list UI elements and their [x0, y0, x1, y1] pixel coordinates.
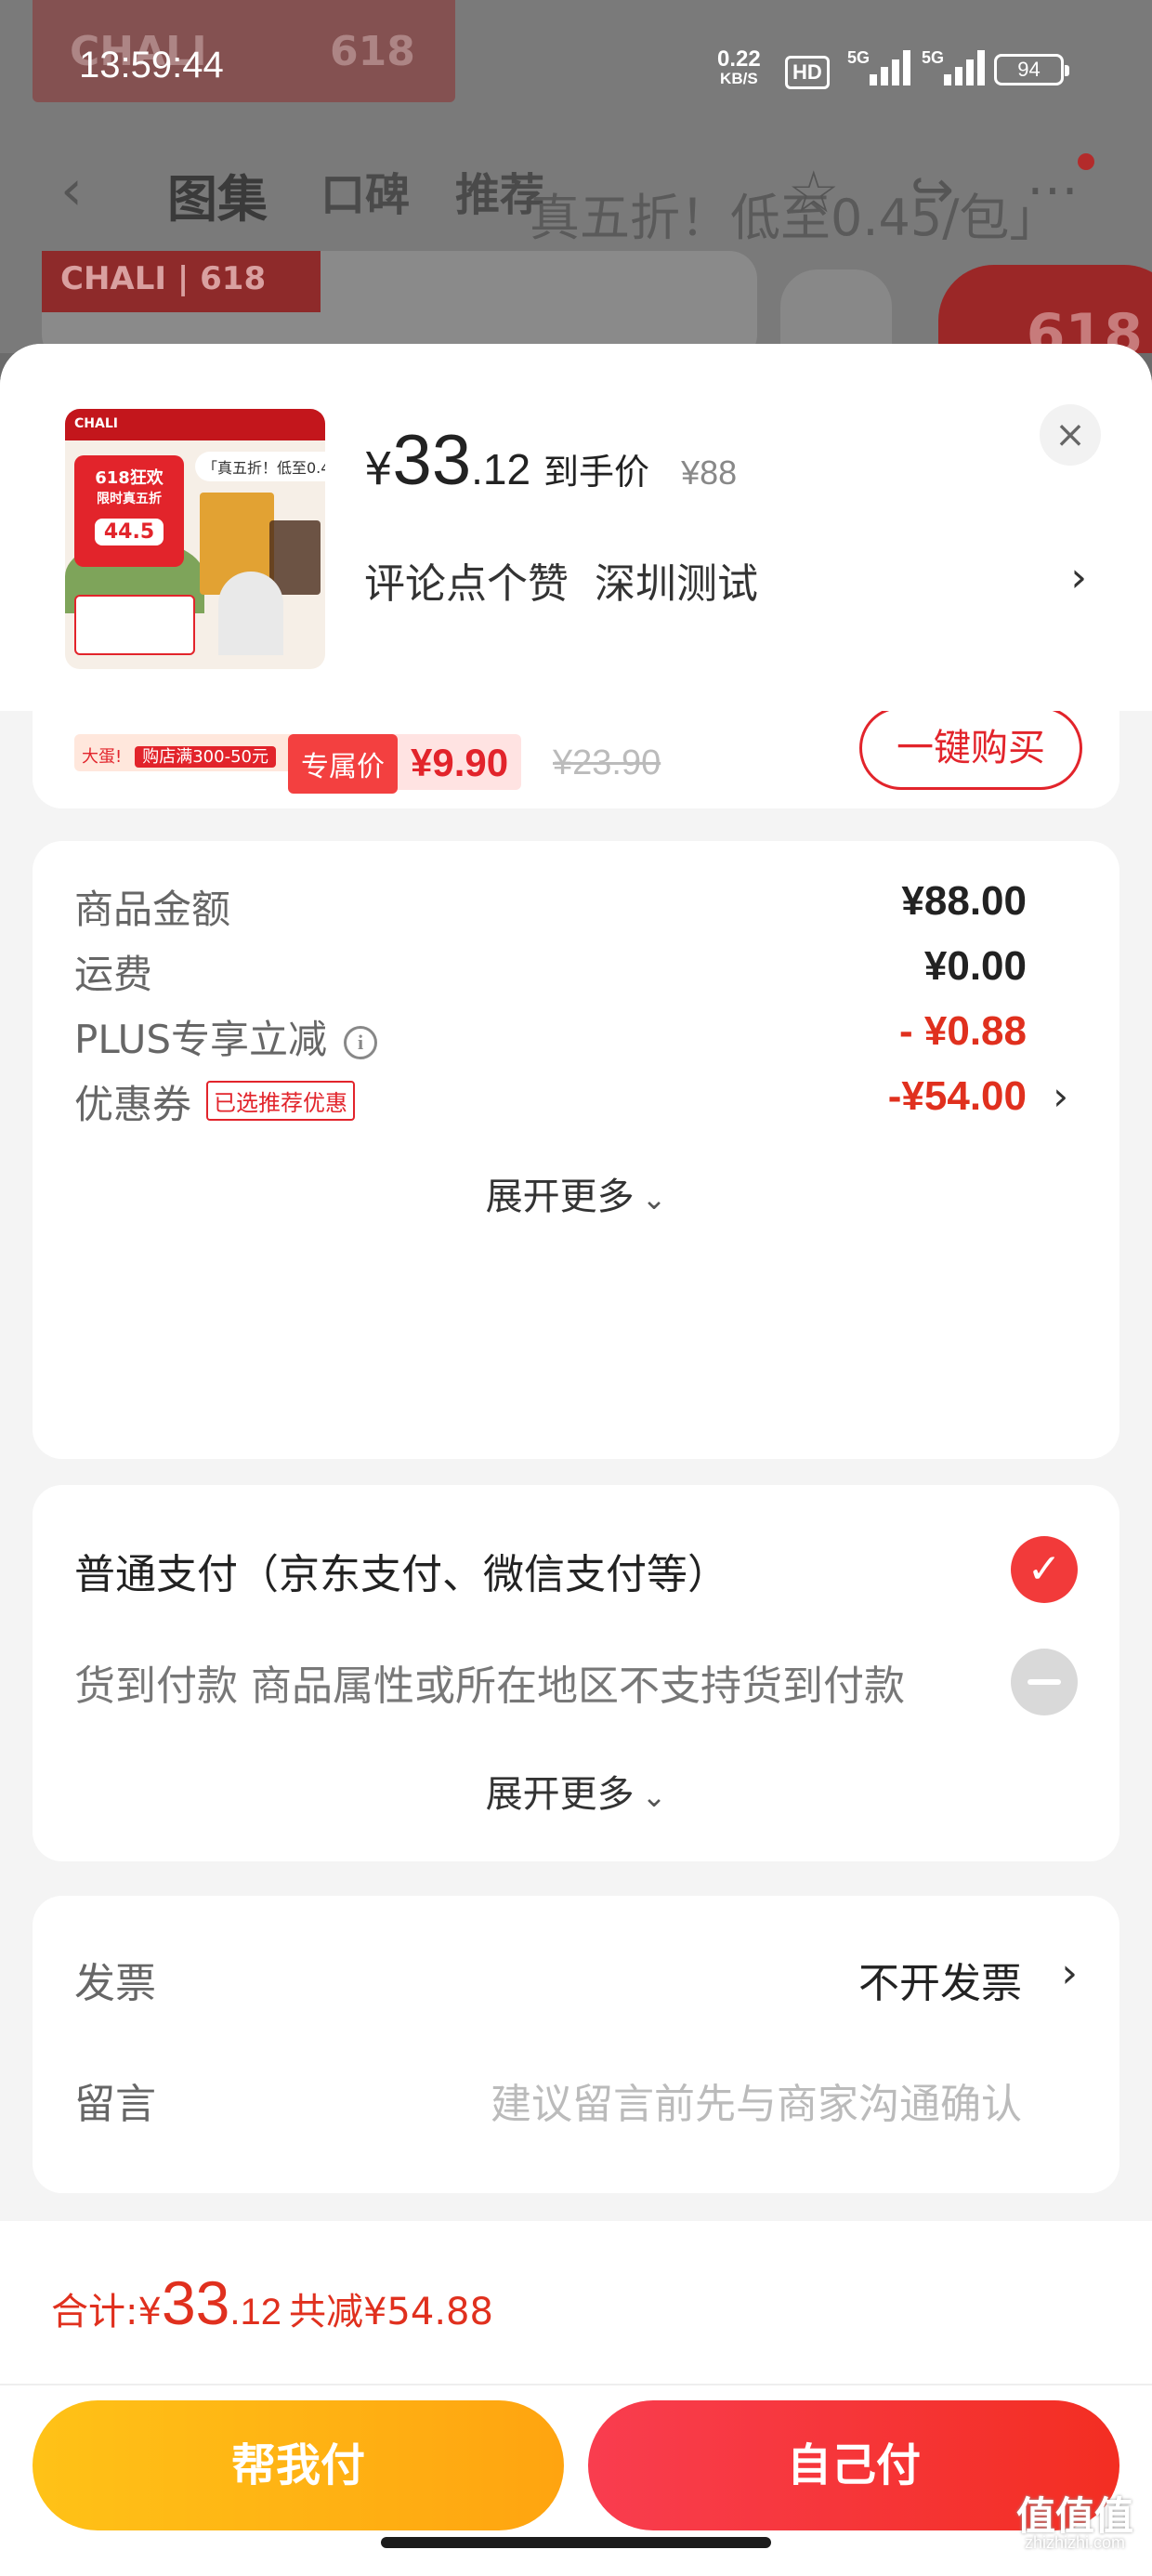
chevron-down-icon: ⌄	[641, 1779, 667, 1814]
product-thumbnail[interactable]: CHALI 618狂欢 限时真五折 44.5 「真五折！低至0.45/包」	[65, 409, 325, 669]
tab-reviews[interactable]: 口碑	[321, 158, 410, 223]
chevron-right-icon[interactable]: ›	[1053, 1073, 1068, 1119]
sku-option-1: 评论点个赞	[364, 560, 569, 608]
thumb-brand: CHALI	[65, 409, 325, 440]
expand-more-summary[interactable]: 展开更多 ⌄	[33, 1166, 1119, 1220]
background-promo-shape: 618	[938, 265, 1152, 353]
checkout-sheet: 大蛋! 购店满300-50元 专属价 ¥9.90 ¥23.90 一键购买 CHALI…	[0, 344, 1152, 2576]
check-icon[interactable]: ✓	[1011, 1536, 1078, 1603]
exclusive-price: 专属价 ¥9.90	[288, 734, 522, 794]
signal-icon-2: 5G	[922, 48, 988, 85]
store-promo-badge: 大蛋! 购店满300-50元	[74, 734, 302, 771]
close-button[interactable]: ×	[1040, 404, 1101, 466]
product-price: ¥33.12 到手价 ¥88	[364, 421, 738, 500]
chevron-right-icon: ›	[1061, 1950, 1078, 1997]
checkout-footer: 合计:¥33.12 共减¥54.88 帮我付 自己付	[0, 2221, 1152, 2576]
plus-discount-value: - ¥0.88	[899, 1008, 1027, 1054]
hd-icon: HD	[785, 56, 830, 89]
invoice-card: 发票 不开发票 › 留言 建议留言前先与商家沟通确认	[33, 1896, 1119, 2193]
watermark: 值值值 zhizhizhi.com	[1015, 2494, 1133, 2553]
freight-row: 运费 ¥0.00	[74, 943, 1027, 997]
notification-dot	[1078, 153, 1094, 170]
coupon-selected-tag: 已选推荐优惠	[206, 1081, 356, 1121]
price-summary-card: 商品金额 ¥88.00 运费 ¥0.00 PLUS专享立减 i - ¥0.88 优…	[33, 841, 1119, 1459]
goods-amount-value: ¥88.00	[901, 878, 1027, 924]
background-nav: ‹ 图集 口碑 推荐 真五折！低至0.45/包」 ☆ ↪ ⋯	[0, 149, 1152, 247]
signal-icon: 5G	[847, 48, 914, 85]
original-price: ¥88	[681, 453, 738, 492]
invoice-value: 不开发票	[858, 1960, 1022, 2007]
battery-icon: 94	[994, 54, 1069, 85]
tab-gallery[interactable]: 图集	[167, 158, 268, 231]
total-saved: 共减¥54.88	[288, 2291, 493, 2333]
status-time: 13:59:44	[79, 45, 224, 85]
payment-card: 普通支付（京东支付、微信支付等） ✓ 货到付款 商品属性或所在地区不支持货到付款…	[33, 1485, 1119, 1861]
plus-discount-row: PLUS专享立减 i - ¥0.88	[74, 1008, 1027, 1062]
message-input[interactable]: 建议留言前先与商家沟通确认	[491, 2070, 1022, 2130]
star-icon[interactable]: ☆	[788, 158, 840, 226]
sku-selector[interactable]: 评论点个赞 深圳测试	[364, 550, 758, 610]
home-indicator[interactable]	[381, 2537, 771, 2548]
invoice-row[interactable]: 发票 不开发票 ›	[74, 1950, 1078, 2009]
one-click-buy-button[interactable]: 一键购买	[859, 706, 1082, 790]
background-card: CHALI | 618	[42, 251, 757, 353]
help-pay-button[interactable]: 帮我付	[33, 2400, 564, 2530]
background-card-logo: CHALI | 618	[42, 251, 321, 312]
chevron-down-icon: ⌄	[641, 1181, 667, 1216]
share-icon[interactable]: ↪	[910, 160, 954, 220]
back-icon[interactable]: ‹	[60, 158, 83, 223]
thumb-tag: 「真五折！低至0.45/包」	[195, 452, 325, 481]
coupon-row[interactable]: 优惠券 已选推荐优惠 -¥54.00	[74, 1073, 1027, 1130]
disabled-icon	[1011, 1649, 1078, 1715]
final-price-tag: 到手价	[543, 452, 650, 493]
network-speed: 0.22 KB/S	[717, 46, 761, 87]
payment-cod: 货到付款 商品属性或所在地区不支持货到付款	[74, 1663, 905, 1710]
status-bar: 13:59:44 0.22 KB/S HD 5G 5G 94	[0, 0, 1152, 139]
order-total: 合计:¥33.12 共减¥54.88	[51, 2268, 493, 2337]
goods-amount-row: 商品金额 ¥88.00	[74, 878, 1027, 932]
coupon-value: -¥54.00	[887, 1073, 1027, 1119]
more-icon[interactable]: ⋯	[1027, 160, 1079, 220]
sheet-header: CHALI 618狂欢 限时真五折 44.5 「真五折！低至0.45/包」 ¥3…	[0, 344, 1152, 711]
thumb-promo: 618狂欢 限时真五折 44.5	[74, 455, 184, 567]
sku-option-2: 深圳测试	[595, 560, 758, 608]
message-row[interactable]: 留言 建议留言前先与商家沟通确认	[74, 2070, 1078, 2130]
old-price: ¥23.90	[553, 743, 661, 782]
exclusive-price-label: 专属价	[288, 734, 398, 794]
payment-normal[interactable]: 普通支付（京东支付、微信支付等）	[74, 1541, 728, 1600]
freight-value: ¥0.00	[923, 943, 1027, 989]
background-shape	[780, 269, 892, 353]
chevron-right-icon[interactable]: ›	[1070, 554, 1087, 601]
info-icon[interactable]: i	[344, 1026, 378, 1059]
exclusive-price-value: ¥9.90	[411, 741, 509, 784]
expand-more-payment[interactable]: 展开更多 ⌄	[33, 1764, 1119, 1818]
